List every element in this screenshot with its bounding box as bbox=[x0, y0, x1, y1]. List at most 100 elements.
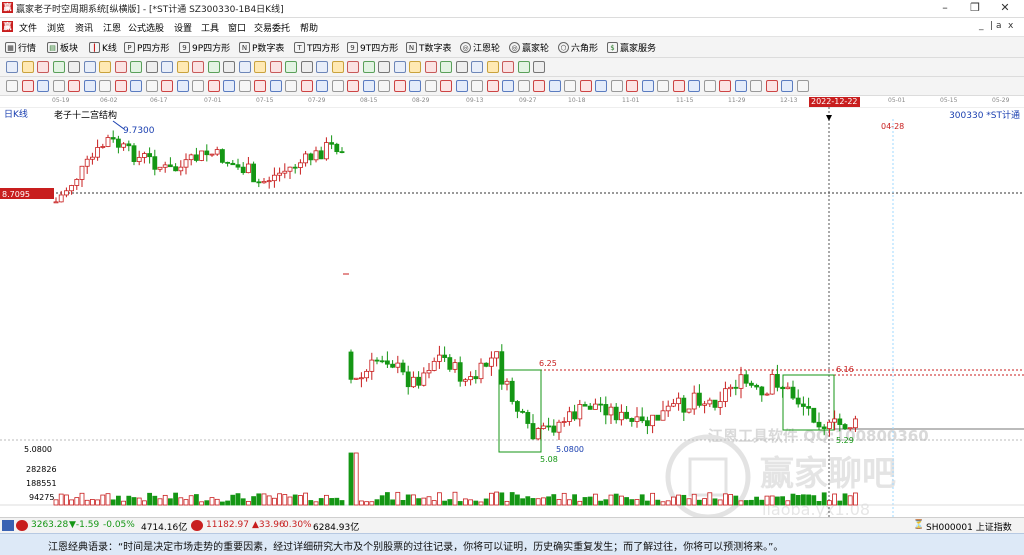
toolbar3-tool-icon[interactable] bbox=[796, 80, 809, 92]
toolbar2-tool-icon[interactable] bbox=[424, 61, 437, 73]
toolbar-t-table[interactable]: N T数字表 bbox=[406, 40, 452, 54]
toolbar3-tool-icon[interactable] bbox=[517, 80, 530, 92]
toolbar2-tool-icon[interactable] bbox=[37, 61, 49, 73]
toolbar3-tool-icon[interactable] bbox=[703, 80, 716, 92]
toolbar3-tool-icon[interactable] bbox=[672, 80, 685, 92]
toolbar3-tool-icon[interactable] bbox=[176, 80, 189, 92]
toolbar3-tool-icon[interactable] bbox=[424, 80, 437, 92]
toolbar3-tool-icon[interactable] bbox=[362, 80, 375, 92]
toolbar3-tool-icon[interactable] bbox=[285, 80, 297, 92]
toolbar3-tool-icon[interactable] bbox=[409, 80, 421, 92]
toolbar3-tool-icon[interactable] bbox=[626, 80, 638, 92]
toolbar3-tool-icon[interactable] bbox=[393, 80, 406, 92]
toolbar3-tool-icon[interactable] bbox=[471, 80, 483, 92]
toolbar-winner-wheel[interactable]: ◎ 赢家轮 bbox=[509, 40, 549, 54]
toolbar3-tool-icon[interactable] bbox=[657, 80, 669, 92]
toolbar2-tool-icon[interactable] bbox=[238, 61, 251, 73]
toolbar2-tool-icon[interactable] bbox=[130, 61, 142, 73]
toolbar2-tool-icon[interactable] bbox=[533, 61, 545, 73]
toolbar2-tool-icon[interactable] bbox=[409, 61, 421, 73]
toolbar2-tool-icon[interactable] bbox=[285, 61, 297, 73]
toolbar3-tool-icon[interactable] bbox=[579, 80, 592, 92]
toolbar3-tool-icon[interactable] bbox=[610, 80, 623, 92]
toolbar2-tool-icon[interactable] bbox=[440, 61, 452, 73]
toolbar3-tool-icon[interactable] bbox=[750, 80, 762, 92]
menu-file[interactable]: 文件 bbox=[19, 21, 37, 34]
kline-chart[interactable]: 江恩工具软件 QQ:100800360 赢家聊吧 liaoba.yx1.08 日… bbox=[0, 107, 1024, 517]
grid-menu-icon[interactable] bbox=[2, 520, 14, 531]
toolbar3-tool-icon[interactable] bbox=[161, 80, 173, 92]
toolbar2-tool-icon[interactable] bbox=[331, 61, 344, 73]
toolbar-9t-square[interactable]: 9 9T四方形 bbox=[347, 40, 398, 54]
toolbar-p-table[interactable]: N P数字表 bbox=[239, 40, 284, 54]
menu-window[interactable]: 窗口 bbox=[228, 21, 246, 34]
toolbar-9p-square[interactable]: 9 9P四方形 bbox=[179, 40, 230, 54]
toolbar2-tool-icon[interactable] bbox=[254, 61, 266, 73]
toolbar3-tool-icon[interactable] bbox=[347, 80, 359, 92]
toolbar3-tool-icon[interactable] bbox=[564, 80, 576, 92]
toolbar3-tool-icon[interactable] bbox=[595, 80, 607, 92]
toolbar3-tool-icon[interactable] bbox=[254, 80, 266, 92]
sz-index-value[interactable]: 11182.97 bbox=[206, 520, 249, 530]
toolbar-quotes[interactable]: ▦ 行情 bbox=[5, 40, 36, 54]
toolbar-hexagon[interactable]: ⬡ 六角形 bbox=[558, 40, 598, 54]
toolbar3-tool-icon[interactable] bbox=[192, 80, 204, 92]
toolbar3-tool-icon[interactable] bbox=[378, 80, 390, 92]
toolbar3-tool-icon[interactable] bbox=[99, 80, 111, 92]
index-code[interactable]: SH000001 上证指数 bbox=[926, 520, 1012, 533]
toolbar3-tool-icon[interactable] bbox=[781, 80, 793, 92]
toolbar3-tool-icon[interactable] bbox=[6, 80, 18, 92]
toolbar2-tool-icon[interactable] bbox=[114, 61, 127, 73]
toolbar2-tool-icon[interactable] bbox=[21, 61, 34, 73]
toolbar3-tool-icon[interactable] bbox=[223, 80, 235, 92]
toolbar3-tool-icon[interactable] bbox=[238, 80, 251, 92]
toolbar3-tool-icon[interactable] bbox=[331, 80, 344, 92]
toolbar3-tool-icon[interactable] bbox=[83, 80, 96, 92]
toolbar3-tool-icon[interactable] bbox=[548, 80, 561, 92]
menu-gann[interactable]: 江恩 bbox=[103, 21, 121, 34]
toolbar2-tool-icon[interactable] bbox=[316, 61, 328, 73]
toolbar3-tool-icon[interactable] bbox=[114, 80, 127, 92]
toolbar-t-square[interactable]: T T四方形 bbox=[294, 40, 340, 54]
restore-button[interactable]: ❐ bbox=[960, 0, 990, 17]
toolbar3-tool-icon[interactable] bbox=[734, 80, 747, 92]
toolbar2-tool-icon[interactable] bbox=[502, 61, 514, 73]
menu-formula-select[interactable]: 公式选股 bbox=[128, 21, 164, 34]
toolbar3-tool-icon[interactable] bbox=[300, 80, 313, 92]
toolbar2-tool-icon[interactable] bbox=[52, 61, 65, 73]
sh-index-value[interactable]: 3263.28 bbox=[31, 520, 68, 530]
toolbar2-tool-icon[interactable] bbox=[207, 61, 220, 73]
toolbar3-tool-icon[interactable] bbox=[316, 80, 328, 92]
toolbar2-tool-icon[interactable] bbox=[347, 61, 359, 73]
toolbar2-tool-icon[interactable] bbox=[362, 61, 375, 73]
menu-browse[interactable]: 浏览 bbox=[47, 21, 65, 34]
toolbar2-tool-icon[interactable] bbox=[223, 61, 235, 73]
toolbar2-tool-icon[interactable] bbox=[300, 61, 313, 73]
toolbar2-tool-icon[interactable] bbox=[393, 61, 406, 73]
toolbar3-tool-icon[interactable] bbox=[533, 80, 545, 92]
toolbar-service[interactable]: $ 赢家服务 bbox=[607, 40, 656, 54]
toolbar3-tool-icon[interactable] bbox=[130, 80, 142, 92]
toolbar2-tool-icon[interactable] bbox=[269, 61, 282, 73]
toolbar2-tool-icon[interactable] bbox=[161, 61, 173, 73]
toolbar2-tool-icon[interactable] bbox=[471, 61, 483, 73]
toolbar3-tool-icon[interactable] bbox=[440, 80, 452, 92]
toolbar-gann-wheel[interactable]: ◎ 江恩轮 bbox=[460, 40, 500, 54]
toolbar2-tool-icon[interactable] bbox=[176, 61, 189, 73]
toolbar3-tool-icon[interactable] bbox=[207, 80, 220, 92]
toolbar3-tool-icon[interactable] bbox=[145, 80, 158, 92]
minimize-button[interactable]: – bbox=[930, 0, 960, 17]
toolbar2-tool-icon[interactable] bbox=[455, 61, 468, 73]
toolbar2-tool-icon[interactable] bbox=[192, 61, 204, 73]
toolbar2-tool-icon[interactable] bbox=[6, 61, 18, 73]
toolbar3-tool-icon[interactable] bbox=[688, 80, 700, 92]
toolbar2-tool-icon[interactable] bbox=[486, 61, 499, 73]
toolbar3-tool-icon[interactable] bbox=[37, 80, 49, 92]
toolbar2-tool-icon[interactable] bbox=[68, 61, 80, 73]
toolbar-p-square[interactable]: P P四方形 bbox=[124, 40, 169, 54]
menu-tools[interactable]: 工具 bbox=[201, 21, 219, 34]
toolbar2-tool-icon[interactable] bbox=[378, 61, 390, 73]
toolbar3-tool-icon[interactable] bbox=[269, 80, 282, 92]
toolbar3-tool-icon[interactable] bbox=[502, 80, 514, 92]
mdi-close-button[interactable]: x bbox=[1008, 21, 1013, 31]
